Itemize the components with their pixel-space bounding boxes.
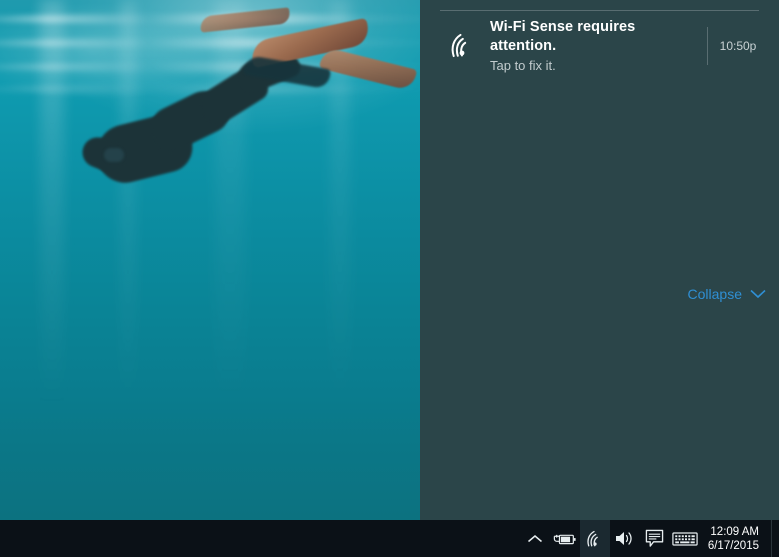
taskbar: 12:09 AM 6/17/2015 xyxy=(0,520,779,557)
screen: Wi-Fi Sense requires attention. Tap to f… xyxy=(0,0,779,557)
notification-item[interactable]: Wi-Fi Sense requires attention. Tap to f… xyxy=(420,18,779,74)
wifi-icon xyxy=(442,33,482,59)
collapse-button[interactable]: Collapse xyxy=(688,286,766,302)
notification-subtitle: Tap to fix it. xyxy=(490,57,556,73)
notification-title: Wi-Fi Sense requires attention. xyxy=(490,18,636,54)
clock-date: 6/17/2015 xyxy=(707,539,759,552)
wifi-icon xyxy=(584,530,606,548)
notification-timestamp: 10:50p xyxy=(719,39,757,53)
desktop-wallpaper[interactable] xyxy=(0,0,420,520)
panel-top-divider xyxy=(440,10,759,11)
battery-charging-icon xyxy=(553,531,577,547)
clock-button[interactable]: 12:09 AM 6/17/2015 xyxy=(700,520,771,557)
action-center-panel: Wi-Fi Sense requires attention. Tap to f… xyxy=(420,0,779,520)
battery-tray-button[interactable] xyxy=(550,520,580,557)
speaker-icon xyxy=(614,530,636,547)
touch-keyboard-button[interactable] xyxy=(670,520,700,557)
collapse-label: Collapse xyxy=(687,286,742,302)
keyboard-icon xyxy=(672,531,698,547)
chevron-up-icon xyxy=(527,534,543,544)
notification-divider xyxy=(706,27,708,65)
clock-time: 12:09 AM xyxy=(710,525,759,538)
action-center-tray-button[interactable] xyxy=(640,520,670,557)
show-hidden-icons-button[interactable] xyxy=(520,520,550,557)
volume-tray-button[interactable] xyxy=(610,520,640,557)
chevron-down-icon xyxy=(750,289,766,299)
network-tray-button[interactable] xyxy=(579,520,610,557)
action-center-icon xyxy=(645,529,664,548)
notification-text: Wi-Fi Sense requires attention. Tap to f… xyxy=(482,18,703,75)
show-desktop-button[interactable] xyxy=(771,520,779,557)
